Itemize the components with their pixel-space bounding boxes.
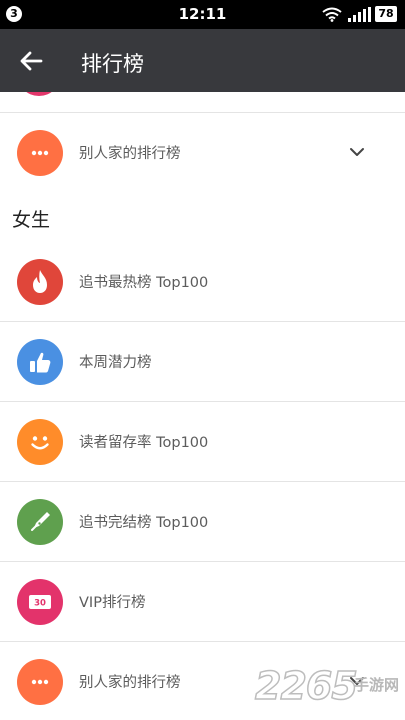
more-dots-icon xyxy=(17,130,63,176)
list-item-label: 别人家的排行榜 xyxy=(79,675,181,691)
watermark-digits: 2265 xyxy=(254,663,358,709)
flame-icon xyxy=(17,259,63,305)
list-item-others-ranking-top[interactable]: 别人家的排行榜 xyxy=(0,113,405,193)
vip-ticket-icon: 30 xyxy=(17,579,63,625)
list-item-potential[interactable]: 本周潜力榜 xyxy=(0,322,405,402)
page-title: 排行榜 xyxy=(81,52,144,76)
list-item-label: 本周潜力榜 xyxy=(79,355,152,371)
thumbs-up-icon xyxy=(17,339,63,385)
app-bar: 排行榜 xyxy=(0,29,405,92)
more-dots-icon xyxy=(17,659,63,705)
back-button[interactable] xyxy=(16,46,46,76)
vip-badge-text: 30 xyxy=(34,599,46,609)
status-bar: 3 12:11 78 xyxy=(0,0,405,29)
partial-item-icon xyxy=(17,92,61,96)
list-item-label: 追书完结榜 Top100 xyxy=(79,515,209,531)
wifi-icon xyxy=(322,7,342,22)
list-item-vip[interactable]: 30 VIP排行榜 xyxy=(0,562,405,642)
list-item-label: 追书最热榜 Top100 xyxy=(79,275,209,291)
list-item-retention[interactable]: 读者留存率 Top100 xyxy=(0,402,405,482)
list-item-label: 读者留存率 Top100 xyxy=(79,435,209,451)
smiley-icon xyxy=(17,419,63,465)
chevron-down-icon[interactable] xyxy=(348,145,366,159)
arrow-left-icon xyxy=(20,51,43,71)
list-item-label: 别人家的排行榜 xyxy=(79,146,181,162)
battery-indicator: 78 xyxy=(375,6,397,22)
watermark-suffix: 手游网 xyxy=(354,676,400,694)
ranking-list: 别人家的排行榜 女生 追书最热榜 Top100 本周潜力榜 读者留存率 Top1… xyxy=(0,92,405,720)
list-item-completed[interactable]: 追书完结榜 Top100 xyxy=(0,482,405,562)
watermark-logo: 2265 手游网 xyxy=(254,663,405,716)
pen-nib-icon xyxy=(17,499,63,545)
status-time: 12:11 xyxy=(178,5,227,23)
list-item-label: VIP排行榜 xyxy=(79,595,146,611)
signal-icon xyxy=(348,7,371,22)
section-title-female: 女生 xyxy=(12,209,51,231)
list-item-hottest[interactable]: 追书最热榜 Top100 xyxy=(0,242,405,322)
